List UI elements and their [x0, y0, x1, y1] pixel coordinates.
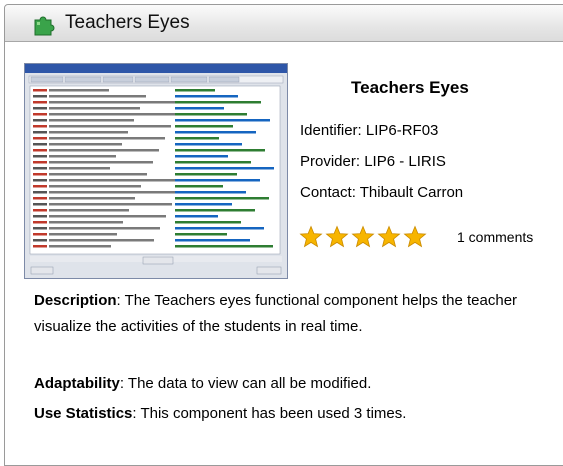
component-name: Teachers Eyes [351, 78, 469, 97]
adaptability-label: Adaptability [34, 375, 120, 392]
puzzle-piece-icon [32, 11, 58, 37]
adaptability-text: : The data to view can all be modified. [119, 375, 372, 392]
star-icon[interactable] [351, 225, 375, 249]
contact-text: Contact: Thibault Carron [300, 184, 464, 201]
panel-header: Teachers Eyes [5, 5, 563, 42]
adaptability-paragraph: Adaptability: The data to view can all b… [34, 371, 554, 397]
description-paragraph: Description: The Teachers eyes functiona… [34, 288, 554, 340]
identifier-text: Identifier: LIP6-RF03 [300, 122, 439, 139]
rating-stars[interactable] [299, 225, 429, 249]
description-label: Description [34, 292, 117, 309]
statistics-label: Use Statistics [34, 405, 133, 422]
star-icon[interactable] [325, 225, 349, 249]
statistics-paragraph: Use Statistics: This component has been … [34, 401, 554, 427]
comments-link[interactable]: 1 comments [457, 229, 533, 245]
star-icon[interactable] [377, 225, 401, 249]
provider-text: Provider: LIP6 - LIRIS [300, 153, 446, 170]
star-icon[interactable] [299, 225, 323, 249]
statistics-text: : This component has been used 3 times. [132, 405, 407, 422]
panel-title: Teachers Eyes [65, 12, 190, 33]
star-icon[interactable] [403, 225, 427, 249]
screenshot-thumbnail-graphic [25, 64, 287, 278]
component-screenshot[interactable] [24, 63, 288, 279]
